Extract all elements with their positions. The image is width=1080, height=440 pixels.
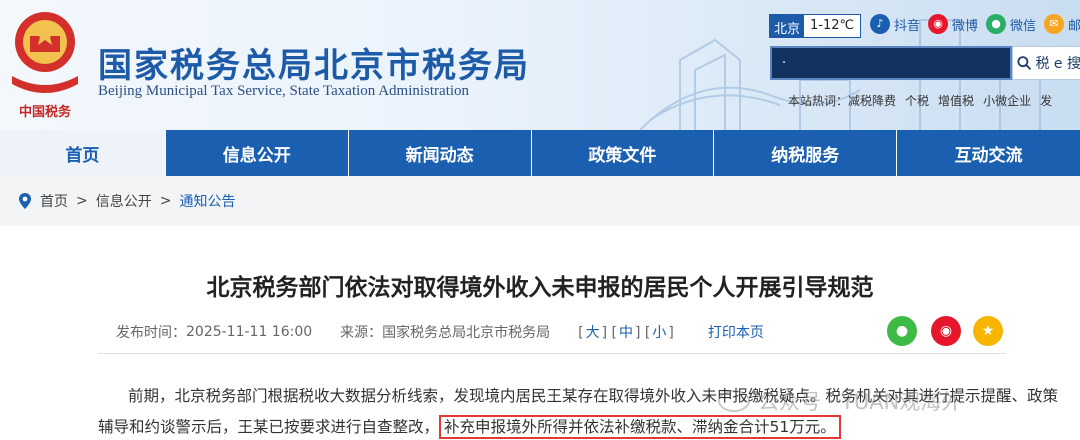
- breadcrumb: 首页 > 信息公开 > 通知公告: [0, 176, 1080, 226]
- hot-word[interactable]: 减税降费: [848, 92, 896, 109]
- source-name: 国家税务总局北京市税务局: [382, 325, 551, 341]
- font-size-large[interactable]: 大: [586, 325, 600, 341]
- breadcrumb-separator: >: [159, 193, 172, 209]
- social-mail-label: 邮: [1068, 18, 1080, 34]
- search-button[interactable]: 税 e 搜: [1012, 46, 1080, 80]
- weather-city: 北京: [770, 15, 805, 37]
- hot-word[interactable]: 增值税: [938, 92, 974, 109]
- search-button-label: 税 e 搜: [1035, 56, 1080, 72]
- search-input[interactable]: [772, 48, 1010, 78]
- breadcrumb-current[interactable]: 通知公告: [179, 191, 235, 211]
- nav-tax-service[interactable]: 纳税服务: [714, 130, 898, 176]
- meta-divider: [98, 353, 1006, 354]
- social-weibo-label: 微博: [952, 18, 979, 34]
- nav-policy-docs[interactable]: 政策文件: [532, 130, 715, 176]
- watermark: 公众号 · YUAN观海外: [718, 386, 962, 416]
- weibo-icon: ◉: [928, 14, 948, 34]
- hot-word[interactable]: 发: [1040, 92, 1052, 109]
- social-douyin-link[interactable]: ♪ 抖音: [870, 14, 920, 34]
- weather-temp: 1-12℃: [804, 15, 861, 37]
- site-title: 国家税务总局北京市税务局: [98, 46, 530, 86]
- hot-words: 本站热词： 减税降费 个税 增值税 小微企业 发: [788, 92, 1052, 109]
- weather-widget: 北京 1-12℃: [769, 14, 862, 38]
- share-weibo-icon[interactable]: ◉: [931, 316, 961, 346]
- social-weibo-link[interactable]: ◉ 微博: [928, 14, 978, 34]
- search-icon: [1017, 56, 1032, 70]
- nav-news[interactable]: 新闻动态: [349, 130, 532, 176]
- site-subtitle: Beijing Municipal Tax Service, State Tax…: [98, 83, 470, 99]
- breadcrumb-separator: >: [76, 193, 88, 209]
- paragraph-line-2: 辅导和约谈警示后，王某已按要求进行自查整改，: [98, 418, 440, 436]
- publish-time-label: 发布时间：: [116, 325, 186, 341]
- font-size-controls: [大] [中] [小]: [578, 325, 674, 341]
- site-header: 中国税务 国家税务总局北京市税务局 Beijing Municipal Tax …: [0, 0, 1080, 130]
- publish-time: 2025-11-11 16:00: [186, 324, 313, 340]
- share-wechat-icon[interactable]: ●: [887, 316, 917, 346]
- svg-text:中国税务: 中国税务: [19, 104, 72, 120]
- social-mail-link[interactable]: ✉ 邮: [1044, 14, 1080, 34]
- wechat-watermark-icon: [718, 390, 750, 412]
- mail-icon: ✉: [1044, 14, 1064, 34]
- social-douyin-label: 抖音: [894, 18, 921, 34]
- wechat-icon: ●: [986, 14, 1006, 34]
- douyin-icon: ♪: [870, 14, 890, 34]
- font-size-medium[interactable]: 中: [619, 325, 633, 341]
- article-meta: 发布时间： 2025-11-11 16:00 来源： 国家税务总局北京市税务局 …: [116, 322, 764, 342]
- article-title: 北京税务部门依法对取得境外收入未申报的居民个人开展引导规范: [206, 275, 874, 301]
- tax-emblem-logo: 中国税务: [12, 12, 78, 120]
- breadcrumb-home[interactable]: 首页: [40, 191, 68, 211]
- nav-info-disclosure[interactable]: 信息公开: [166, 130, 349, 176]
- hot-words-label: 本站热词：: [788, 94, 849, 108]
- hot-word[interactable]: 个税: [905, 92, 929, 109]
- search-box: [770, 46, 1012, 80]
- share-favorite-icon[interactable]: ★: [973, 316, 1003, 346]
- nav-home[interactable]: 首页: [0, 130, 166, 176]
- print-button[interactable]: 打印本页: [708, 322, 764, 342]
- breadcrumb-info[interactable]: 信息公开: [96, 191, 152, 211]
- social-wechat-link[interactable]: ● 微信: [986, 14, 1036, 34]
- watermark-text: 公众号 · YUAN观海外: [758, 390, 963, 414]
- highlighted-amount-text: 补充申报境外所得并依法补缴税款、滞纳金合计51万元。: [439, 415, 841, 439]
- article-paragraph-line-2: 辅导和约谈警示后，王某已按要求进行自查整改， 补充申报境外所得并依法补缴税款、滞纳…: [98, 415, 841, 439]
- font-size-small[interactable]: 小: [652, 325, 666, 341]
- social-wechat-label: 微信: [1010, 18, 1037, 34]
- hot-word[interactable]: 小微企业: [983, 92, 1031, 109]
- location-pin-icon: [19, 193, 31, 209]
- source-label: 来源：: [340, 325, 383, 341]
- main-nav: 首页 信息公开 新闻动态 政策文件 纳税服务 互动交流: [0, 130, 1080, 176]
- nav-interaction[interactable]: 互动交流: [897, 130, 1080, 176]
